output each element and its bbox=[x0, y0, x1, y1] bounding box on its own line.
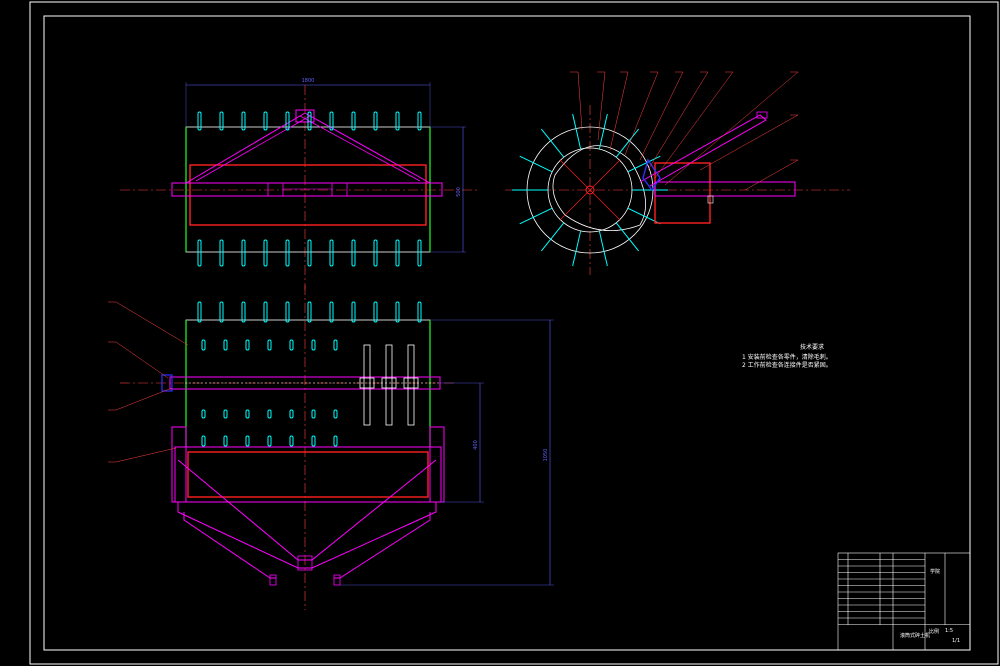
dim-top-width: 1800 bbox=[302, 78, 315, 84]
drum-tooth bbox=[263, 301, 268, 323]
drum-tooth bbox=[311, 409, 316, 419]
side-tooth bbox=[598, 113, 608, 150]
drum-tooth bbox=[285, 301, 290, 323]
drum-tooth bbox=[223, 435, 228, 447]
drum-tooth bbox=[219, 301, 224, 323]
side-tooth bbox=[572, 113, 582, 150]
title-block-sheet: 1/1 bbox=[952, 638, 961, 644]
drum-tooth bbox=[267, 435, 272, 447]
drum-tooth bbox=[417, 301, 422, 323]
technical-notes: 技术要求 1 安装前检查各零件，清除毛刺。 2 工作前检查各连接件是否紧固。 bbox=[742, 344, 882, 370]
drum-tooth bbox=[267, 409, 272, 419]
side-tooth bbox=[540, 128, 565, 158]
drum-tooth bbox=[201, 435, 206, 447]
drum-tooth bbox=[351, 239, 356, 267]
title-block-scale-value: 1:5 bbox=[945, 628, 954, 634]
side-tooth bbox=[572, 230, 582, 267]
side-view bbox=[505, 71, 850, 275]
drum-tooth bbox=[289, 409, 294, 419]
side-tooth bbox=[519, 155, 553, 173]
drum-tooth bbox=[395, 239, 400, 267]
drum-tooth bbox=[351, 301, 356, 323]
dim-front-large: 1050 bbox=[543, 449, 549, 462]
title-block-scale-label: 比例 bbox=[929, 629, 940, 635]
dim-top-height: 500 bbox=[456, 187, 462, 197]
sheet-inner-border bbox=[43, 15, 971, 651]
side-tooth bbox=[540, 222, 565, 252]
drum-tooth bbox=[223, 409, 228, 419]
drum-tooth bbox=[333, 435, 338, 447]
cad-drawing-canvas: 1800 500 400 1050 bbox=[29, 1, 999, 665]
drum-tooth bbox=[373, 301, 378, 323]
drum-tooth bbox=[311, 339, 316, 351]
top-view: 1800 500 bbox=[120, 78, 480, 290]
drum-tooth bbox=[219, 239, 224, 267]
notes-item-1: 1 安装前检查各零件，清除毛刺。 bbox=[742, 354, 832, 361]
drum-tooth bbox=[307, 301, 312, 323]
drum-tooth bbox=[223, 339, 228, 351]
drum-tooth bbox=[267, 339, 272, 351]
side-tooth bbox=[519, 207, 553, 225]
drum-tooth bbox=[333, 339, 338, 351]
drum-tooth bbox=[311, 435, 316, 447]
notes-item-2: 2 工作前检查各连接件是否紧固。 bbox=[742, 362, 832, 369]
drum-tooth bbox=[245, 435, 250, 447]
drum-tooth bbox=[329, 239, 334, 267]
drum-tooth bbox=[289, 435, 294, 447]
notes-title: 技术要求 bbox=[799, 344, 824, 351]
drum-tooth bbox=[289, 339, 294, 351]
drum-tooth bbox=[241, 301, 246, 323]
drum-tooth bbox=[333, 409, 338, 419]
drum-tooth bbox=[329, 301, 334, 323]
drum-tooth bbox=[417, 239, 422, 267]
drum-tooth bbox=[307, 239, 312, 267]
drum-tooth bbox=[373, 239, 378, 267]
side-tooth bbox=[615, 128, 640, 158]
drum-tooth bbox=[245, 409, 250, 419]
drum-tooth bbox=[201, 409, 206, 419]
drum-tooth bbox=[201, 339, 206, 351]
side-tooth bbox=[598, 230, 608, 267]
title-block-drawing-name: 滚筒式碎土机 bbox=[900, 633, 931, 639]
title-block-school: 学院 bbox=[930, 569, 941, 575]
sheet-outer-border bbox=[29, 1, 999, 665]
drum-tooth bbox=[395, 301, 400, 323]
dim-front-small: 400 bbox=[473, 440, 479, 450]
drum-tooth bbox=[245, 339, 250, 351]
drum-tooth bbox=[197, 301, 202, 323]
drum-tooth bbox=[197, 239, 202, 267]
drum-tooth bbox=[263, 239, 268, 267]
front-view: 400 1050 bbox=[108, 285, 554, 610]
drum-tooth bbox=[241, 239, 246, 267]
drum-tooth bbox=[285, 239, 290, 267]
